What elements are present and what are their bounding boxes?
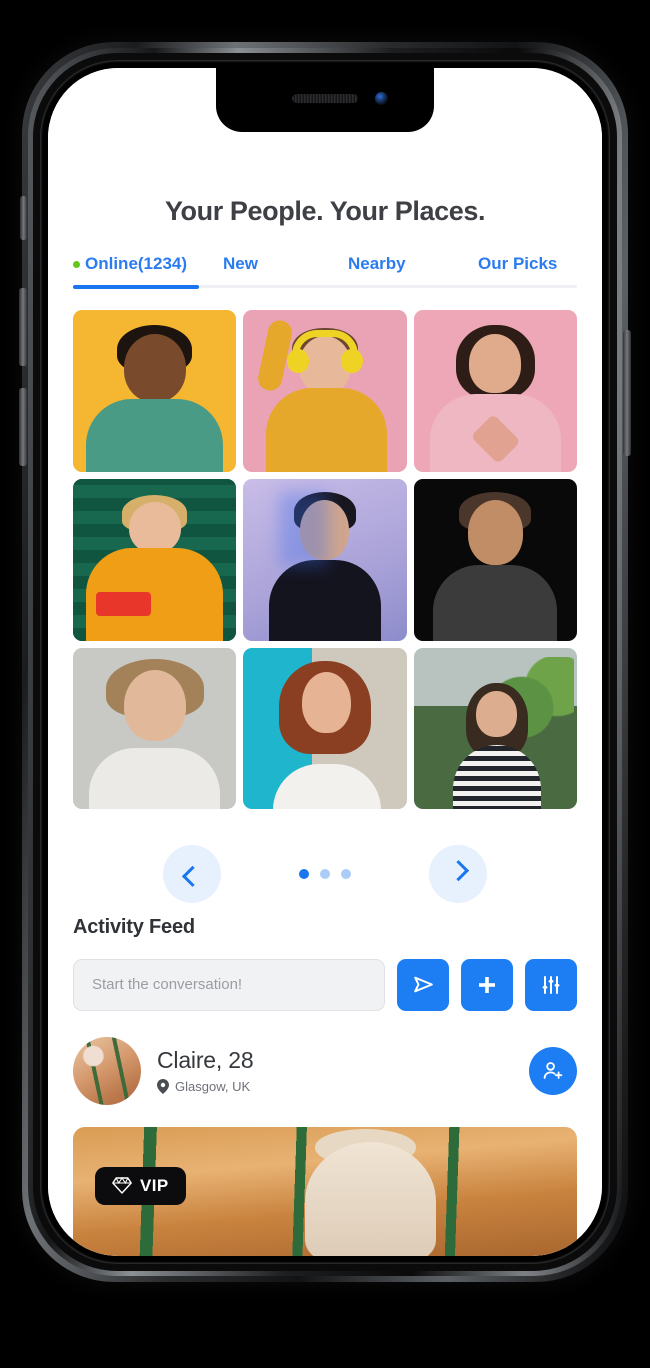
mute-switch[interactable] (20, 196, 27, 240)
carousel-dot-3[interactable] (341, 868, 351, 879)
compose-row: Start the conversation! (73, 958, 577, 1011)
chevron-right-icon (447, 860, 469, 882)
carousel-dots (299, 868, 351, 879)
carousel-controls (48, 837, 602, 910)
send-icon (413, 977, 433, 993)
people-grid-item[interactable] (73, 647, 237, 810)
screenshot-stage: Your People. Your Places. Online(1234) N… (0, 0, 650, 1368)
tab-our-picks[interactable]: Our Picks (478, 254, 577, 274)
person-meta: Claire, 28 Glasgow, UK (157, 1047, 513, 1095)
activity-post-image[interactable]: VIP (73, 1126, 577, 1256)
people-grid-item[interactable] (73, 478, 237, 641)
app-content: Your People. Your Places. Online(1234) N… (48, 68, 602, 1256)
chevron-left-icon (181, 865, 203, 888)
online-status-dot-icon (73, 260, 80, 268)
people-grid-item[interactable] (413, 647, 577, 810)
avatar (73, 1036, 141, 1105)
add-friend-button[interactable] (529, 1046, 577, 1095)
location-pin-icon (157, 1079, 169, 1095)
people-grid-item[interactable] (413, 478, 577, 641)
people-grid-item[interactable] (243, 310, 407, 472)
vip-badge: VIP (95, 1166, 186, 1205)
plus-icon (479, 976, 495, 993)
tab-active-indicator (73, 285, 199, 289)
person-location: Glasgow, UK (157, 1079, 513, 1095)
person-photo (413, 310, 577, 472)
people-grid-item[interactable] (413, 310, 577, 472)
send-button[interactable] (397, 958, 449, 1011)
person-photo (73, 310, 237, 472)
filter-button[interactable] (525, 958, 577, 1011)
vip-badge-label: VIP (140, 1175, 169, 1195)
carousel-dot-1[interactable] (299, 868, 309, 879)
tab-online[interactable]: Online(1234) (73, 254, 223, 274)
person-photo (73, 478, 237, 641)
page-title: Your People. Your Places. (164, 196, 486, 226)
volume-up-button[interactable] (19, 288, 27, 366)
people-photo-grid (73, 310, 577, 810)
post-subject-coat (304, 1142, 436, 1256)
add-person-icon (543, 1062, 563, 1079)
tab-bar: Online(1234) New Nearby Our Picks (48, 254, 602, 274)
person-photo (73, 647, 237, 810)
person-location-label: Glasgow, UK (175, 1079, 251, 1095)
sliders-icon (542, 975, 560, 994)
carousel-prev-button[interactable] (163, 844, 221, 903)
tab-online-label: Online(1234) (85, 254, 188, 273)
person-name: Claire, 28 (157, 1047, 254, 1074)
tab-underline-track (73, 285, 577, 289)
diamond-icon (112, 1177, 132, 1195)
person-photo (243, 478, 407, 641)
people-grid-item[interactable] (73, 310, 237, 472)
people-grid-item[interactable] (243, 647, 407, 810)
activity-person-row[interactable]: Claire, 28 Glasgow, UK (73, 1036, 577, 1105)
tab-nearby[interactable]: Nearby (348, 254, 478, 274)
earpiece-speaker-icon (292, 94, 358, 103)
notch (216, 68, 434, 132)
front-camera-icon (375, 92, 388, 105)
volume-down-button[interactable] (19, 388, 27, 466)
person-photo (243, 310, 407, 472)
carousel-next-button[interactable] (429, 844, 487, 903)
person-photo (413, 647, 577, 810)
people-grid-item[interactable] (243, 478, 407, 641)
person-photo (243, 647, 407, 810)
phone-screen: Your People. Your Places. Online(1234) N… (48, 68, 602, 1256)
tab-new[interactable]: New (223, 254, 348, 274)
power-button[interactable] (623, 330, 631, 456)
person-photo (413, 478, 577, 641)
carousel-dot-2[interactable] (320, 868, 330, 879)
compose-input[interactable]: Start the conversation! (73, 958, 385, 1011)
add-button[interactable] (461, 958, 513, 1011)
activity-feed-heading: Activity Feed (73, 915, 195, 938)
